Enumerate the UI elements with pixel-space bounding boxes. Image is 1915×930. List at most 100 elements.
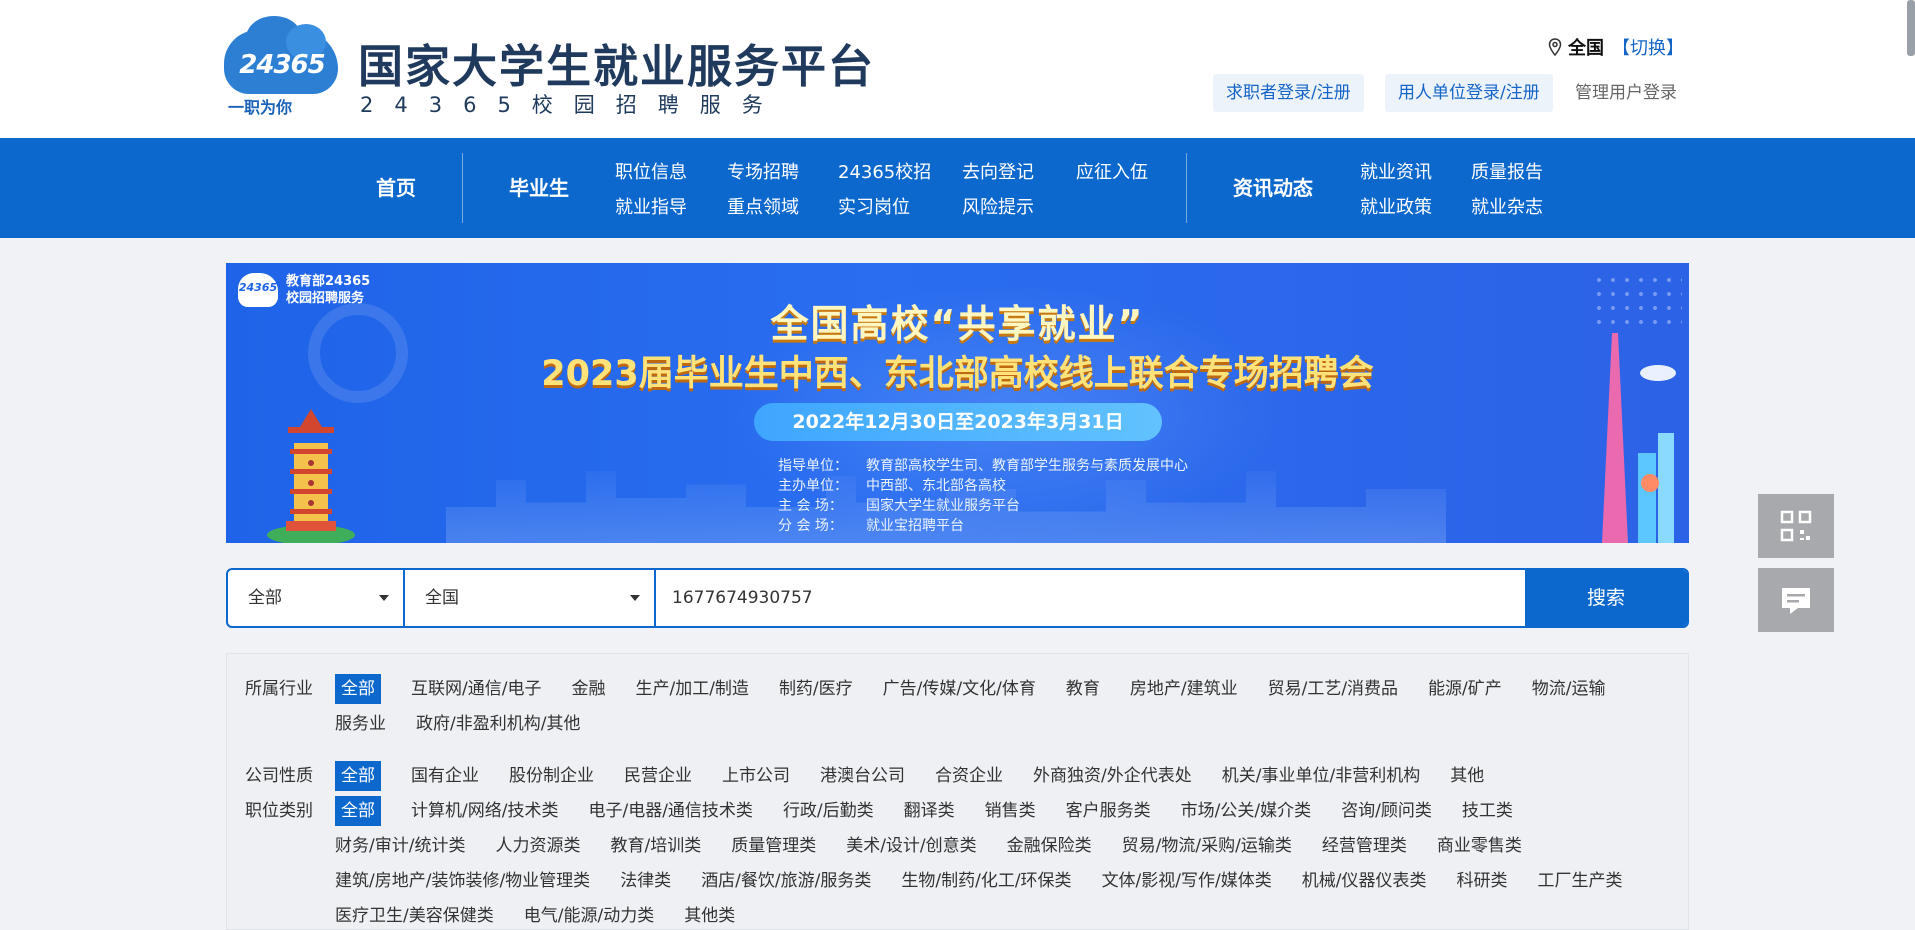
site-logo[interactable]: 24365 一职为你 xyxy=(224,16,338,117)
nav-campus-24365[interactable]: 24365校招 xyxy=(838,158,931,184)
filter-option-all[interactable]: 全部 xyxy=(335,796,381,831)
filter-option[interactable]: 酒店/餐饮/旅游/服务类 xyxy=(701,866,871,901)
filter-option[interactable]: 质量管理类 xyxy=(731,831,816,866)
area-select[interactable]: 全国 xyxy=(405,570,656,626)
nav-employment-news[interactable]: 就业资讯 xyxy=(1360,158,1432,184)
event-banner[interactable]: 24365 教育部24365 校园招聘服务 全国高校“共享就业” 2023届毕业… xyxy=(226,263,1689,543)
filter-option[interactable]: 其他 xyxy=(1450,761,1484,796)
filter-items: 全部 国有企业 股份制企业 民营企业 上市公司 港澳台公司 合资企业 外商独资/外企代表处 机关… xyxy=(335,761,1670,796)
filter-option[interactable]: 电气/能源/动力类 xyxy=(524,901,654,930)
pagoda-illustration xyxy=(267,409,355,543)
filter-label: 职位类别 xyxy=(245,801,313,821)
filter-option[interactable]: 文体/影视/写作/媒体类 xyxy=(1102,866,1272,901)
filter-option[interactable]: 人力资源类 xyxy=(495,831,580,866)
chevron-down-icon xyxy=(379,595,389,601)
filter-option[interactable]: 港澳台公司 xyxy=(820,761,905,796)
employer-login-button[interactable]: 用人单位登录/注册 xyxy=(1385,74,1553,112)
filter-option[interactable]: 行政/后勤类 xyxy=(783,796,874,831)
banner-info-row: 指导单位： 教育部高校学生司、教育部学生服务与素质发展中心 xyxy=(778,458,1188,474)
filter-option[interactable]: 美术/设计/创意类 xyxy=(846,831,976,866)
filter-items: 全部 计算机/网络/技术类 电子/电器/通信技术类 行政/后勤类 翻译类 销售类 客户服务类… xyxy=(335,796,1670,930)
filter-option[interactable]: 翻译类 xyxy=(904,796,955,831)
filter-option[interactable]: 股份制企业 xyxy=(509,761,594,796)
filter-option[interactable]: 法律类 xyxy=(620,866,671,901)
nav-divider xyxy=(462,153,463,223)
region-switch-link[interactable]: 【切换】 xyxy=(1612,34,1684,60)
nav-graduate[interactable]: 毕业生 xyxy=(509,138,569,238)
filter-option-all[interactable]: 全部 xyxy=(335,674,381,709)
filter-option[interactable]: 经营管理类 xyxy=(1322,831,1407,866)
filter-option[interactable]: 机关/事业单位/非营利机构 xyxy=(1222,761,1420,796)
nav-job-info[interactable]: 职位信息 xyxy=(615,158,687,184)
filter-option[interactable]: 贸易/物流/采购/运输类 xyxy=(1122,831,1292,866)
nav-divider xyxy=(1186,153,1187,223)
filter-option[interactable]: 生产/加工/制造 xyxy=(635,674,748,709)
filter-option[interactable]: 客户服务类 xyxy=(1066,796,1151,831)
filter-option-all[interactable]: 全部 xyxy=(335,761,381,796)
qr-code-button[interactable] xyxy=(1758,494,1834,558)
filter-option[interactable]: 贸易/工艺/消费品 xyxy=(1268,674,1398,709)
filter-option[interactable]: 商业零售类 xyxy=(1437,831,1522,866)
seeker-login-button[interactable]: 求职者登录/注册 xyxy=(1213,74,1364,112)
banner-info-row: 主 会 场： 国家大学生就业服务平台 xyxy=(778,498,1020,514)
filter-label: 公司性质 xyxy=(245,766,313,786)
filter-option[interactable]: 机械/仪器仪表类 xyxy=(1302,866,1427,901)
nav-quality-report[interactable]: 质量报告 xyxy=(1471,158,1543,184)
filter-option[interactable]: 上市公司 xyxy=(722,761,790,796)
filter-option[interactable]: 国有企业 xyxy=(411,761,479,796)
filter-option[interactable]: 教育/培训类 xyxy=(610,831,701,866)
nav-enlist[interactable]: 应征入伍 xyxy=(1076,158,1148,184)
filter-option[interactable]: 互联网/通信/电子 xyxy=(411,674,541,709)
filter-option[interactable]: 广告/传媒/文化/体育 xyxy=(883,674,1036,709)
filter-option[interactable]: 科研类 xyxy=(1456,866,1507,901)
filter-option[interactable]: 其他类 xyxy=(684,901,735,930)
nav-special-recruit[interactable]: 专场招聘 xyxy=(727,158,799,184)
filter-option[interactable]: 生物/制药/化工/环保类 xyxy=(901,866,1071,901)
search-button[interactable]: 搜索 xyxy=(1525,570,1687,626)
nav-key-fields[interactable]: 重点领域 xyxy=(727,193,799,219)
nav-home[interactable]: 首页 xyxy=(376,138,416,238)
nav-employment-policy[interactable]: 就业政策 xyxy=(1360,193,1432,219)
filter-option[interactable]: 市场/公关/媒介类 xyxy=(1181,796,1311,831)
filter-option[interactable]: 合资企业 xyxy=(935,761,1003,796)
filter-option[interactable]: 制药/医疗 xyxy=(779,674,853,709)
canton-tower-illustration xyxy=(1602,333,1676,543)
filter-option[interactable]: 工厂生产类 xyxy=(1537,866,1622,901)
nav-news[interactable]: 资讯动态 xyxy=(1233,138,1313,238)
filter-option[interactable]: 金融 xyxy=(571,674,605,709)
filter-option[interactable]: 计算机/网络/技术类 xyxy=(411,796,558,831)
filter-option[interactable]: 电子/电器/通信技术类 xyxy=(588,796,752,831)
nav-internship[interactable]: 实习岗位 xyxy=(838,193,910,219)
filter-option[interactable]: 能源/矿产 xyxy=(1428,674,1502,709)
filter-option[interactable]: 财务/审计/统计类 xyxy=(335,831,465,866)
banner-info-row: 主办单位： 中西部、东北部各高校 xyxy=(778,478,1006,494)
filter-option[interactable]: 建筑/房地产/装饰装修/物业管理类 xyxy=(335,866,590,901)
filter-option[interactable]: 外商独资/外企代表处 xyxy=(1033,761,1192,796)
category-select[interactable]: 全部 xyxy=(228,570,405,626)
search-input[interactable] xyxy=(656,570,1525,626)
region-name: 全国 xyxy=(1568,38,1604,59)
filter-option[interactable]: 销售类 xyxy=(985,796,1036,831)
filter-label: 所属行业 xyxy=(245,679,313,699)
filter-option[interactable]: 技工类 xyxy=(1462,796,1513,831)
filter-option[interactable]: 服务业 xyxy=(335,709,386,744)
filter-option[interactable]: 物流/运输 xyxy=(1532,674,1606,709)
filter-option[interactable]: 房地产/建筑业 xyxy=(1130,674,1238,709)
message-button[interactable] xyxy=(1758,568,1834,632)
filter-option[interactable]: 教育 xyxy=(1066,674,1100,709)
filter-option[interactable]: 金融保险类 xyxy=(1007,831,1092,866)
filter-option[interactable]: 政府/非盈利机构/其他 xyxy=(416,709,580,744)
filter-option[interactable]: 医疗卫生/美容保健类 xyxy=(335,901,494,930)
nav-employment-magazine[interactable]: 就业杂志 xyxy=(1471,193,1543,219)
nav-career-guidance[interactable]: 就业指导 xyxy=(615,193,687,219)
scrollbar[interactable] xyxy=(1907,0,1915,56)
qr-code-icon xyxy=(1780,510,1812,542)
filter-option[interactable]: 民营企业 xyxy=(624,761,692,796)
filter-items: 全部 互联网/通信/电子 金融 生产/加工/制造 制药/医疗 广告/传媒/文化/体育 教育房… xyxy=(335,674,1670,744)
area-select-value: 全国 xyxy=(425,588,459,608)
nav-destination-register[interactable]: 去向登记 xyxy=(962,158,1034,184)
banner-info-row: 分 会 场： 就业宝招聘平台 xyxy=(778,518,964,534)
filter-option[interactable]: 咨询/顾问类 xyxy=(1341,796,1432,831)
nav-risk-alert[interactable]: 风险提示 xyxy=(962,193,1034,219)
admin-login-link[interactable]: 管理用户登录 xyxy=(1575,74,1677,112)
